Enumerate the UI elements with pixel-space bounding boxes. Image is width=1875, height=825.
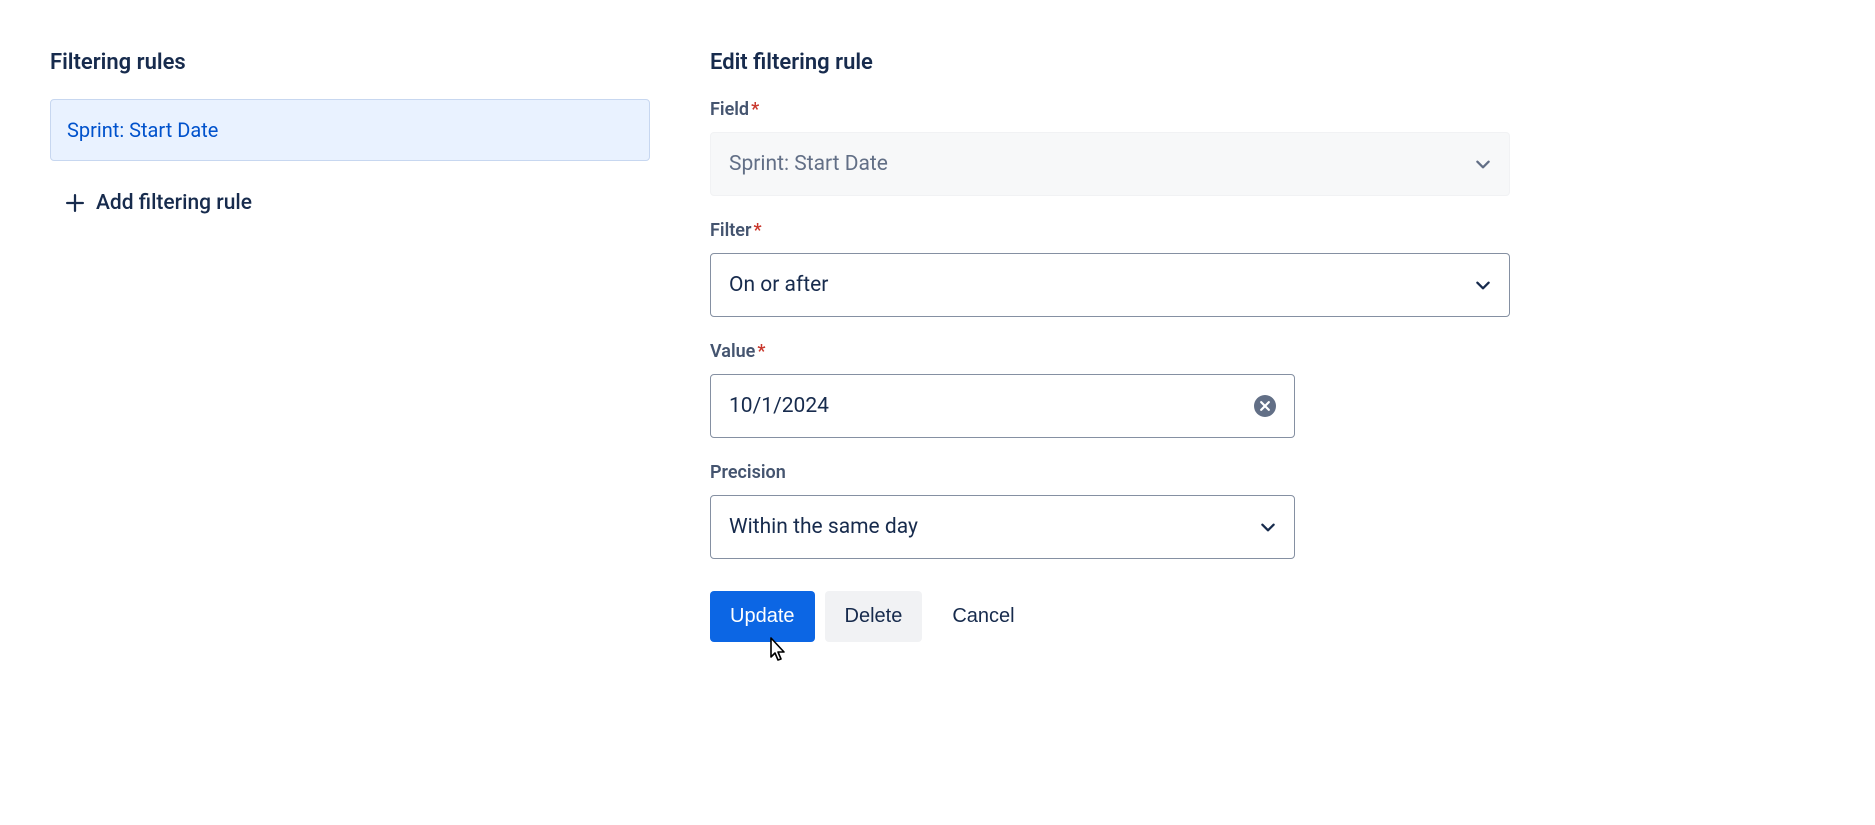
field-select-value: Sprint: Start Date <box>729 152 888 176</box>
filtering-rules-panel: Filtering rules Sprint: Start Date Add f… <box>50 50 650 642</box>
required-asterisk: * <box>753 220 761 241</box>
chevron-down-icon <box>1260 519 1276 535</box>
required-asterisk: * <box>751 99 759 120</box>
field-label: Field* <box>710 99 1510 120</box>
rule-item[interactable]: Sprint: Start Date <box>50 99 650 161</box>
update-button[interactable]: Update <box>710 591 815 642</box>
filter-select-value: On or after <box>729 273 828 297</box>
precision-select-value: Within the same day <box>729 515 918 539</box>
filter-label: Filter* <box>710 220 1510 241</box>
chevron-down-icon <box>1475 156 1491 172</box>
cancel-button[interactable]: Cancel <box>932 591 1034 642</box>
button-row: Update Delete Cancel <box>710 591 1510 642</box>
rule-item-label: Sprint: Start Date <box>67 118 218 142</box>
delete-button[interactable]: Delete <box>825 591 923 642</box>
filter-select[interactable]: On or after <box>710 253 1510 317</box>
precision-label: Precision <box>710 462 1510 483</box>
field-select[interactable]: Sprint: Start Date <box>710 132 1510 196</box>
add-filtering-rule-button[interactable]: Add filtering rule <box>50 177 650 229</box>
value-input[interactable]: 10/1/2024 <box>710 374 1295 438</box>
chevron-down-icon <box>1475 277 1491 293</box>
edit-rule-panel: Edit filtering rule Field* Sprint: Start… <box>710 50 1510 642</box>
value-label: Value* <box>710 341 1510 362</box>
clear-icon[interactable] <box>1254 395 1276 417</box>
filtering-rules-title: Filtering rules <box>50 50 650 75</box>
edit-rule-title: Edit filtering rule <box>710 50 1510 75</box>
plus-icon <box>66 194 84 212</box>
precision-select[interactable]: Within the same day <box>710 495 1295 559</box>
add-rule-label: Add filtering rule <box>96 191 252 215</box>
required-asterisk: * <box>757 341 765 362</box>
value-input-text: 10/1/2024 <box>729 394 829 418</box>
